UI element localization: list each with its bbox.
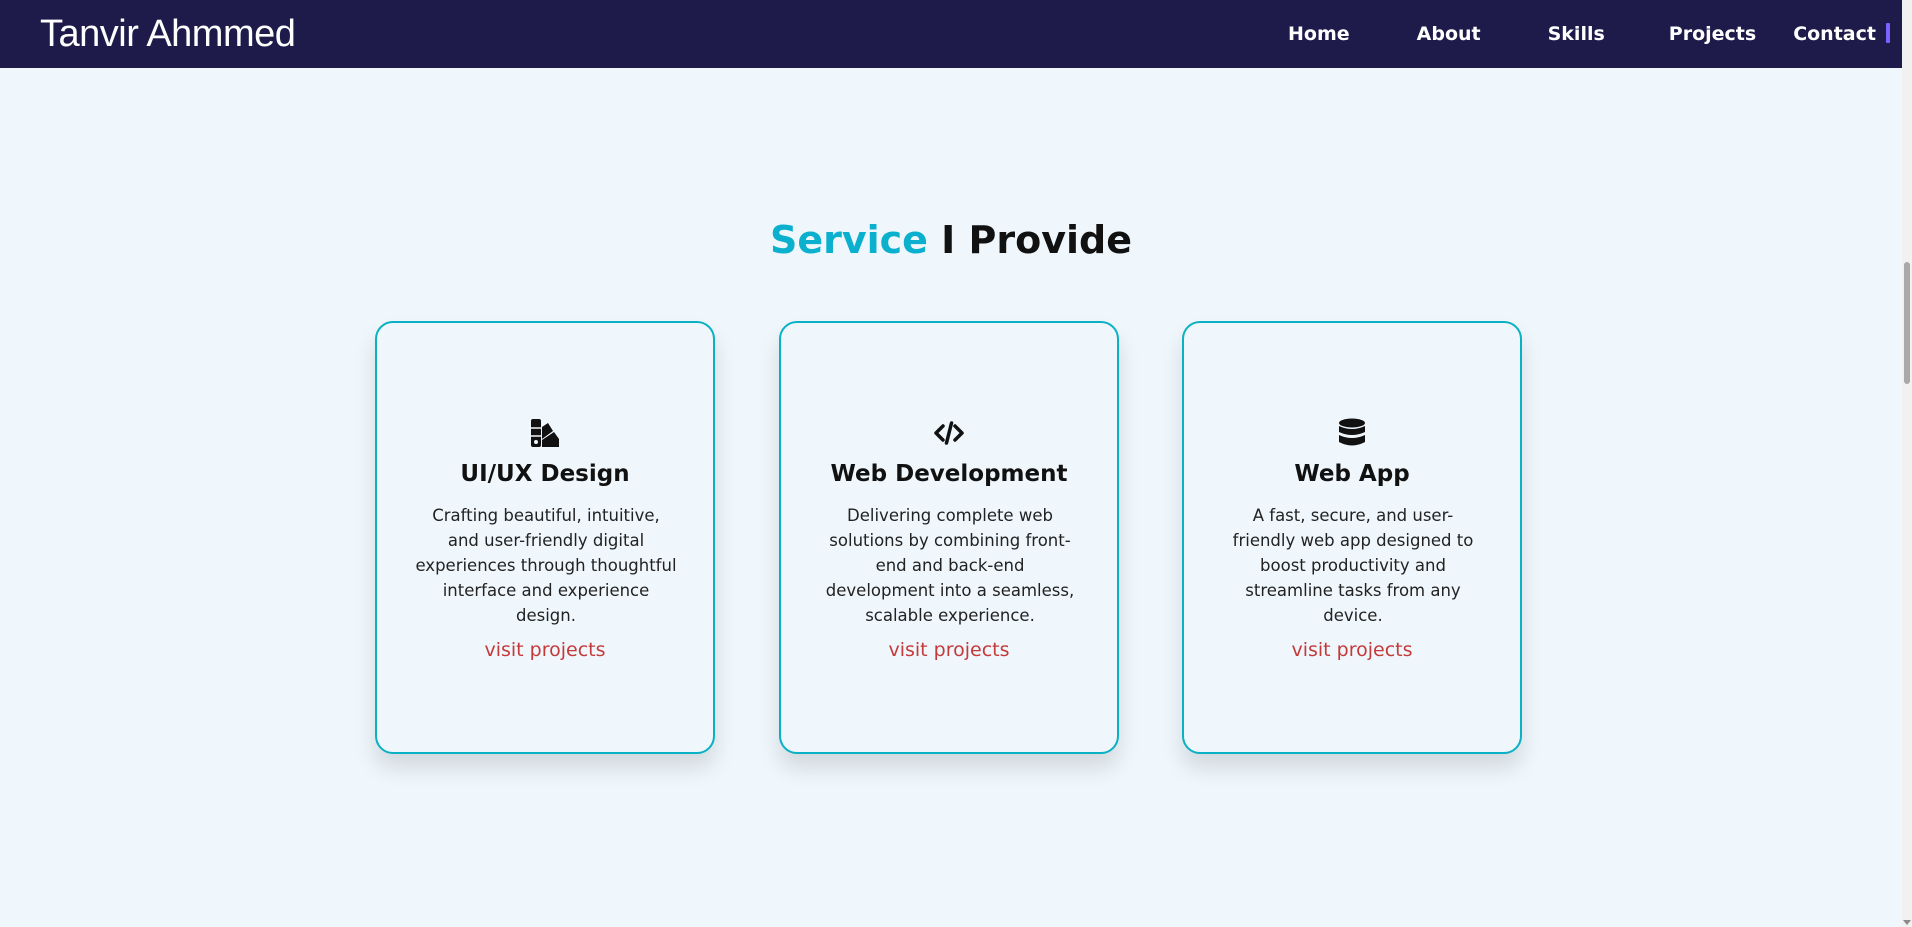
service-card-title: Web App	[1294, 461, 1410, 487]
service-card-web-development: Web Development Delivering complete web …	[779, 321, 1119, 754]
service-card-web-app: Web App A fast, secure, and user-friendl…	[1182, 321, 1522, 754]
service-card-description: A fast, secure, and user-friendly web ap…	[1232, 506, 1474, 625]
visit-projects-link[interactable]: visit projects	[1184, 637, 1520, 663]
service-card-uiux: UI/UX Design Crafting beautiful, intuiti…	[375, 321, 715, 754]
service-card-title: UI/UX Design	[460, 461, 630, 487]
section-title-accent: Service	[769, 218, 928, 262]
nav-link-skills[interactable]: Skills	[1548, 20, 1605, 48]
nav-link-contact[interactable]: Contact	[1793, 20, 1876, 48]
nav-link-home[interactable]: Home	[1288, 20, 1350, 48]
section-title: Service I Provide	[0, 215, 1902, 265]
scroll-down-arrow-icon[interactable]	[1903, 920, 1911, 925]
visit-projects-link[interactable]: visit projects	[377, 637, 713, 663]
brand-logo[interactable]: Tanvir Ahmmed	[40, 12, 296, 56]
scrollbar[interactable]	[1902, 0, 1912, 927]
visit-projects-link[interactable]: visit projects	[781, 637, 1117, 663]
code-icon	[781, 417, 1117, 449]
service-card-description: Delivering complete web solutions by com…	[825, 506, 1075, 625]
service-card-description: Crafting beautiful, intuitive, and user-…	[415, 506, 677, 625]
nav-link-projects[interactable]: Projects	[1669, 20, 1756, 48]
scrollbar-thumb[interactable]	[1904, 262, 1910, 384]
section-title-rest: I Provide	[927, 218, 1133, 262]
nav-links: Home About Skills Projects Contact	[1288, 20, 1890, 48]
nav-link-about[interactable]: About	[1417, 20, 1481, 48]
typing-cursor-icon	[1885, 23, 1890, 43]
swatchbook-icon	[377, 417, 713, 449]
service-card-title: Web Development	[830, 461, 1068, 487]
navbar: Tanvir Ahmmed Home About Skills Projects…	[0, 0, 1902, 68]
database-icon	[1184, 417, 1520, 449]
